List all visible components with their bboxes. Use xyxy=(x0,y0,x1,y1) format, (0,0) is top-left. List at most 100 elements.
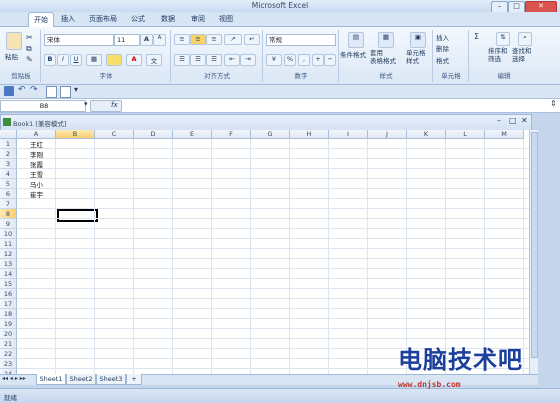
conditional-format-label[interactable]: 条件格式 xyxy=(340,49,366,59)
workbook-restore-button[interactable]: □ xyxy=(509,116,517,125)
currency-icon[interactable]: ¥ xyxy=(266,54,282,66)
row-header-21[interactable]: 21 xyxy=(0,339,17,349)
vertical-scroll-thumb[interactable] xyxy=(531,132,538,358)
row-header-9[interactable]: 9 xyxy=(0,219,17,229)
cell-styles-label[interactable]: 单元格 样式 xyxy=(406,49,426,65)
align-right-icon[interactable]: ☰ xyxy=(206,54,222,66)
column-header-a[interactable]: A xyxy=(17,130,56,139)
tab-review[interactable]: 审阅 xyxy=(188,12,208,26)
row-header-8[interactable]: 8 xyxy=(0,209,17,219)
number-format-combo[interactable]: 常规 xyxy=(266,34,336,46)
copy-icon[interactable]: ⧉ xyxy=(26,44,32,54)
formula-input[interactable] xyxy=(122,100,548,110)
row-header-15[interactable]: 15 xyxy=(0,279,17,289)
column-header-m[interactable]: M xyxy=(485,130,524,139)
row-header-2[interactable]: 2 xyxy=(0,149,17,159)
row-header-5[interactable]: 5 xyxy=(0,179,17,189)
tab-view[interactable]: 视图 xyxy=(216,12,236,26)
undo-icon[interactable]: ↶ xyxy=(18,85,26,95)
column-header-f[interactable]: F xyxy=(212,130,251,139)
save-icon[interactable] xyxy=(4,86,14,96)
font-color-icon[interactable]: A xyxy=(126,54,142,66)
row-header-7[interactable]: 7 xyxy=(0,199,17,209)
row-header-10[interactable]: 10 xyxy=(0,229,17,239)
cut-icon[interactable]: ✂ xyxy=(26,33,33,42)
column-header-l[interactable]: L xyxy=(446,130,485,139)
tab-formulas[interactable]: 公式 xyxy=(128,12,148,26)
align-left-icon[interactable]: ☰ xyxy=(174,54,190,66)
row-header-23[interactable]: 23 xyxy=(0,359,17,369)
paste-icon[interactable] xyxy=(6,32,22,50)
sort-filter-icon[interactable]: ⇅ xyxy=(496,32,510,46)
row-header-20[interactable]: 20 xyxy=(0,329,17,339)
insert-cells-button[interactable]: 插入 xyxy=(436,32,449,42)
row-header-6[interactable]: 6 xyxy=(0,189,17,199)
sheet-tab-2[interactable]: Sheet2 xyxy=(66,374,96,385)
row-header-11[interactable]: 11 xyxy=(0,239,17,249)
tab-data[interactable]: 数据 xyxy=(158,12,178,26)
align-top-icon[interactable]: ≡ xyxy=(174,34,190,45)
percent-button[interactable]: % xyxy=(284,54,296,66)
format-painter-icon[interactable]: ✎ xyxy=(26,55,33,64)
column-header-c[interactable]: C xyxy=(95,130,134,139)
tab-page-layout[interactable]: 页面布局 xyxy=(86,12,120,26)
worksheet-grid[interactable]: 王红 李刚 张霞 王雪 马小 崔宇 ABCDEFGHIJKLM123456789… xyxy=(0,130,529,374)
phonetic-icon[interactable]: 文 xyxy=(146,54,162,66)
tab-insert[interactable]: 插入 xyxy=(58,12,78,26)
bold-button[interactable]: B xyxy=(44,54,56,66)
orientation-icon[interactable]: ↗ xyxy=(224,34,242,45)
conditional-format-icon[interactable]: ▤ xyxy=(348,32,364,48)
insert-function-button[interactable]: fx xyxy=(111,101,118,109)
underline-button[interactable]: U xyxy=(70,54,82,66)
format-table-label[interactable]: 套用 表格格式 xyxy=(370,49,396,65)
sort-filter-label[interactable]: 排序和 筛选 xyxy=(488,47,508,63)
row-header-3[interactable]: 3 xyxy=(0,159,17,169)
insert-sheet-icon[interactable]: + xyxy=(126,374,142,385)
align-bottom-icon[interactable]: ≡ xyxy=(206,34,222,45)
autosum-button[interactable]: Σ xyxy=(474,32,479,41)
borders-icon[interactable]: ▦ xyxy=(86,54,102,66)
column-header-h[interactable]: H xyxy=(290,130,329,139)
row-header-19[interactable]: 19 xyxy=(0,319,17,329)
format-table-icon[interactable]: ▦ xyxy=(378,32,394,48)
column-header-g[interactable]: G xyxy=(251,130,290,139)
wrap-text-icon[interactable]: ↵ xyxy=(244,34,260,45)
row-header-12[interactable]: 12 xyxy=(0,249,17,259)
increase-decimal-icon[interactable]: + xyxy=(312,54,324,66)
sheet-tab-1[interactable]: Sheet1 xyxy=(36,374,66,385)
tab-home[interactable]: 开始 xyxy=(28,12,54,27)
row-header-17[interactable]: 17 xyxy=(0,299,17,309)
find-select-icon[interactable]: ⌕ xyxy=(518,32,532,46)
column-header-d[interactable]: D xyxy=(134,130,173,139)
paste-label[interactable]: 粘贴 xyxy=(5,51,18,61)
comma-button[interactable]: , xyxy=(298,54,310,66)
increase-indent-icon[interactable]: ⇥ xyxy=(240,54,256,66)
column-header-j[interactable]: J xyxy=(368,130,407,139)
name-box[interactable]: B8 xyxy=(0,100,86,112)
shrink-font-button[interactable]: A xyxy=(153,34,166,46)
column-header-e[interactable]: E xyxy=(173,130,212,139)
select-all-corner[interactable] xyxy=(0,130,17,139)
grow-font-button[interactable]: A xyxy=(140,34,153,46)
find-select-label[interactable]: 查找和 选择 xyxy=(512,47,532,63)
row-header-18[interactable]: 18 xyxy=(0,309,17,319)
align-center-icon[interactable]: ☰ xyxy=(190,54,206,66)
delete-cells-button[interactable]: 删除 xyxy=(436,43,449,53)
row-header-1[interactable]: 1 xyxy=(0,139,17,149)
format-cells-button[interactable]: 格式 xyxy=(436,55,449,65)
font-name-combo[interactable]: 宋体 xyxy=(44,34,114,46)
workbook-close-button[interactable]: ✕ xyxy=(521,116,528,125)
font-size-combo[interactable]: 11 xyxy=(114,34,140,46)
row-header-22[interactable]: 22 xyxy=(0,349,17,359)
align-middle-icon[interactable]: ≡ xyxy=(190,34,206,45)
row-header-4[interactable]: 4 xyxy=(0,169,17,179)
row-header-13[interactable]: 13 xyxy=(0,259,17,269)
decrease-decimal-icon[interactable]: − xyxy=(324,54,336,66)
column-header-k[interactable]: K xyxy=(407,130,446,139)
cell-styles-icon[interactable]: ▣ xyxy=(410,32,426,48)
decrease-indent-icon[interactable]: ⇤ xyxy=(224,54,240,66)
workbook-minimize-button[interactable]: – xyxy=(497,116,501,125)
expand-formula-bar-icon[interactable]: ⇕ xyxy=(550,99,557,108)
italic-button[interactable]: I xyxy=(57,54,69,66)
name-box-dropdown-icon[interactable]: ▾ xyxy=(84,100,88,108)
